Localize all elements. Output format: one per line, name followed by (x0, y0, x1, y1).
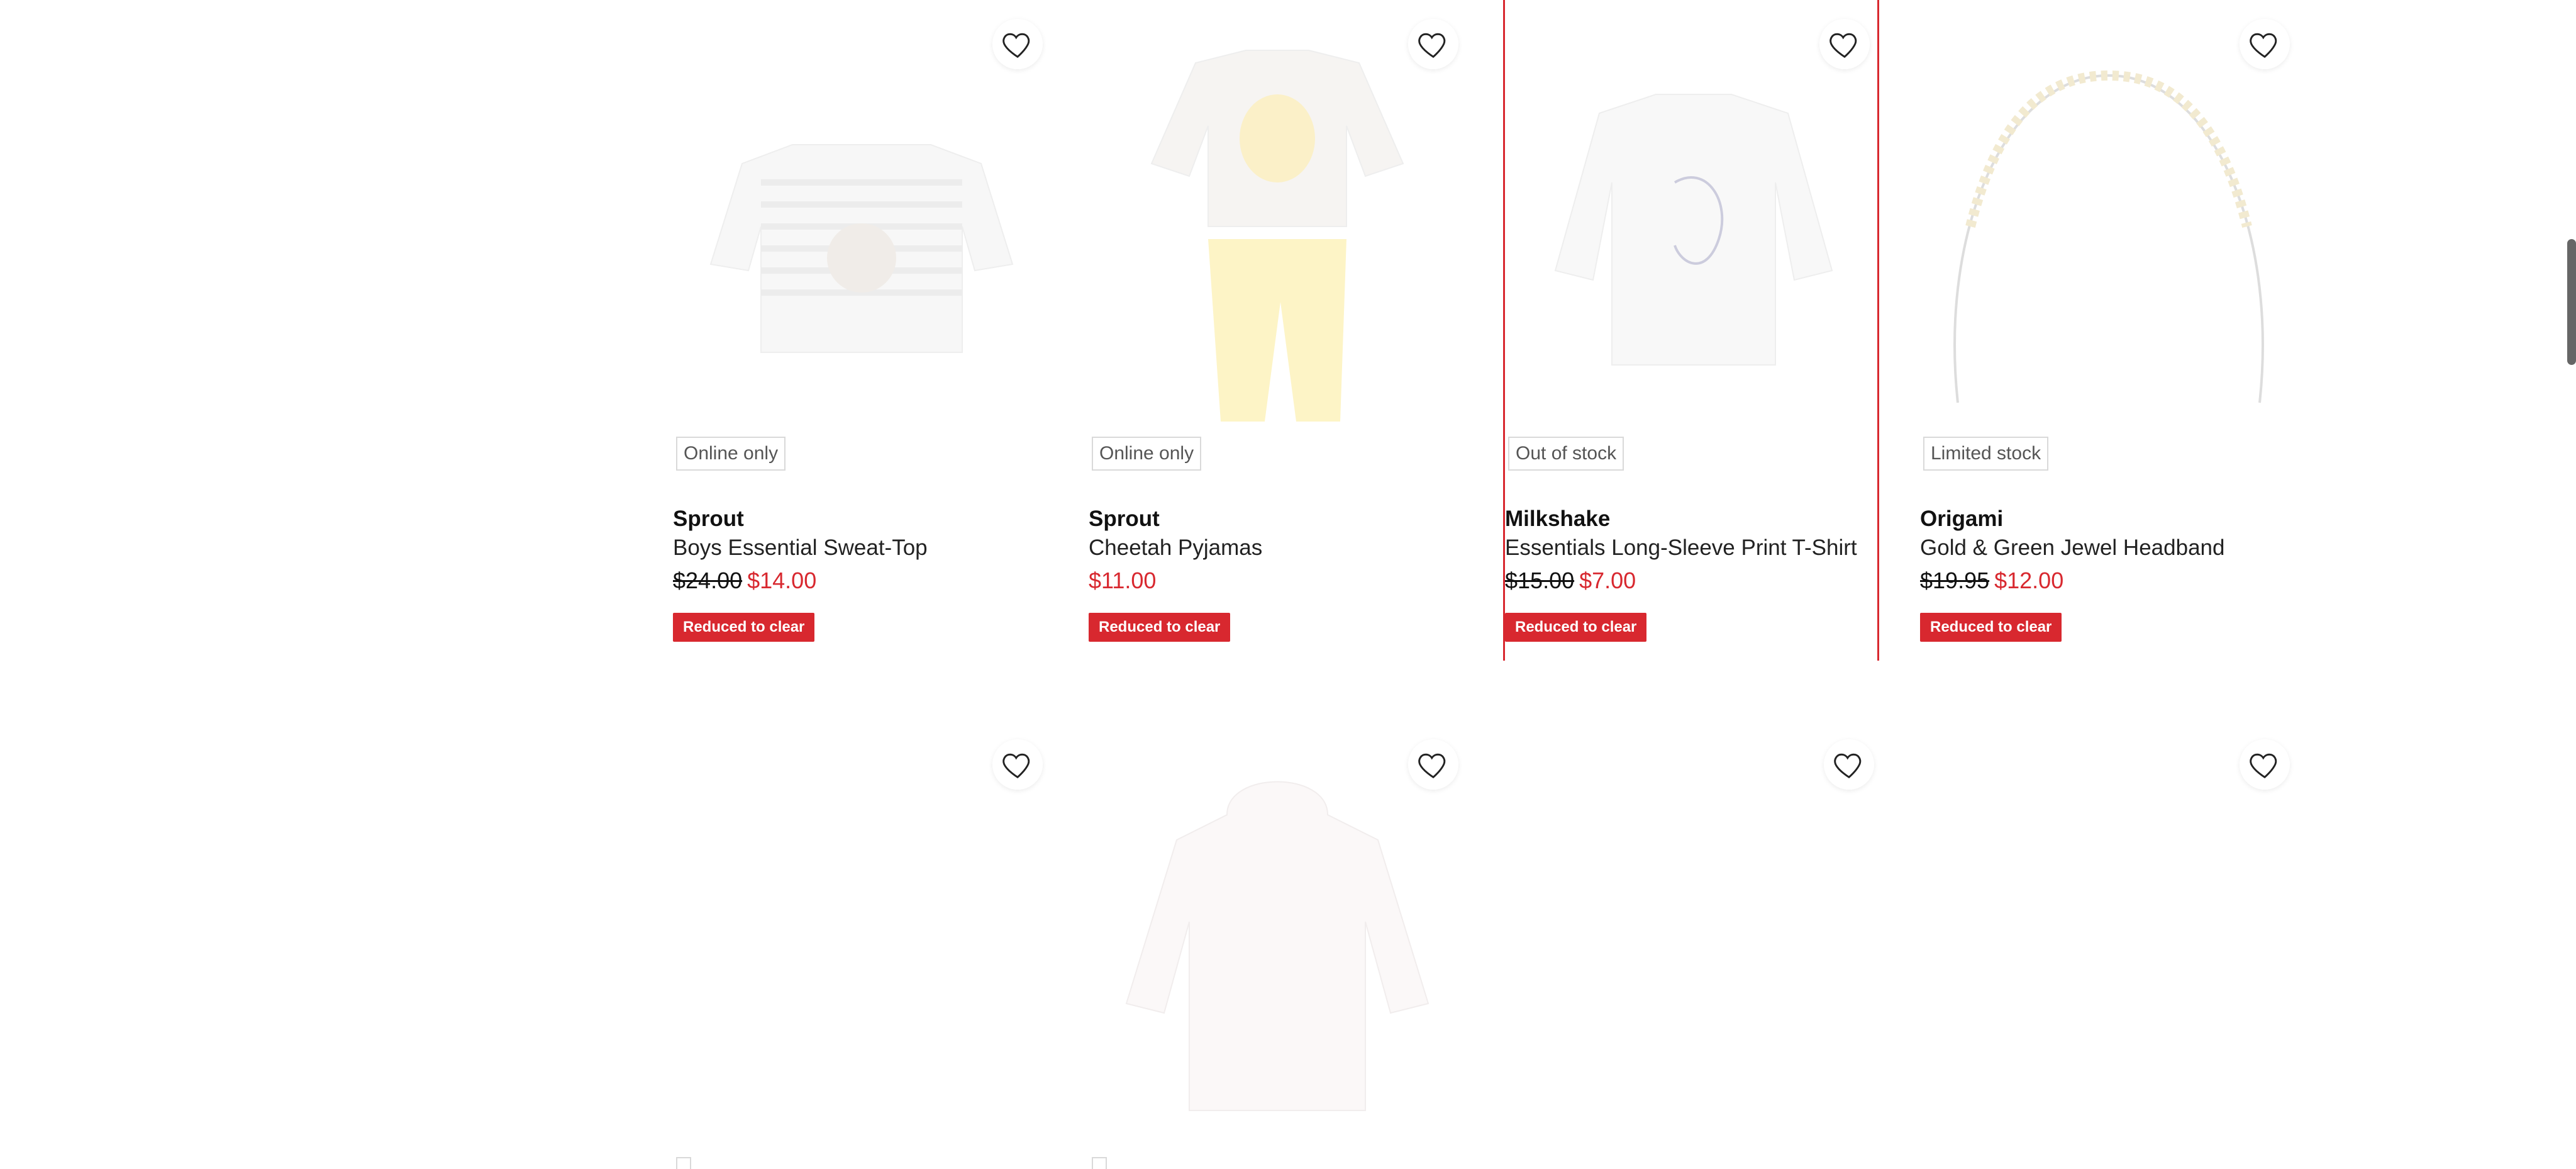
product-image-area[interactable] (673, 720, 1050, 1148)
price-row: $11.00 (1089, 564, 1466, 598)
wishlist-button[interactable] (2240, 739, 2290, 790)
price-row: $19.95 $12.00 (1920, 564, 2297, 598)
availability-badge: Limited stock (1923, 437, 2049, 471)
product-name[interactable]: Boys Essential Sweat-Top (673, 534, 1050, 562)
product-name[interactable]: Essentials Long-Sleeve Print T-Shirt (1505, 534, 1877, 562)
product-card[interactable]: Online only Sprout Boys Essential Sweat-… (673, 0, 1050, 661)
product-image-area[interactable] (1920, 0, 2297, 428)
scrollbar-thumb[interactable] (2567, 239, 2576, 365)
product-image-area[interactable] (1920, 720, 2297, 1148)
wishlist-button[interactable] (2240, 19, 2290, 69)
was-price: $15.00 (1505, 568, 1575, 593)
product-card[interactable]: Out of stock Milkshake Essentials Long-S… (1503, 0, 1879, 661)
availability-badge (1092, 1157, 1107, 1169)
product-image-area[interactable] (1504, 720, 1882, 1148)
was-price: $24.00 (673, 568, 743, 593)
cheetah-pyjamas-image[interactable] (1101, 38, 1453, 428)
wishlist-button[interactable] (992, 739, 1043, 790)
price-row: $24.00 $14.00 (673, 564, 1050, 598)
product-card[interactable] (1504, 720, 1882, 1169)
now-price: $12.00 (1994, 568, 2064, 593)
price-row: $15.00 $7.00 (1505, 564, 1877, 598)
now-price: $14.00 (747, 568, 817, 593)
product-card[interactable] (1920, 720, 2297, 1169)
heart-outline-icon (1834, 753, 1862, 779)
heart-outline-icon (1002, 33, 1030, 59)
page-scrollbar[interactable] (2567, 239, 2576, 365)
product-image-area[interactable] (673, 0, 1050, 428)
heart-outline-icon (2250, 753, 2277, 779)
unicorn-tshirt-image[interactable] (1518, 38, 1870, 428)
promo-tag: Reduced to clear (1505, 613, 1647, 642)
promo-tag: Reduced to clear (1089, 613, 1231, 642)
heart-outline-icon (1829, 33, 1857, 59)
product-card[interactable] (673, 720, 1050, 1169)
product-image-area[interactable] (1505, 0, 1877, 428)
heart-outline-icon (1418, 33, 1446, 59)
availability-badge (676, 1157, 691, 1169)
product-card[interactable]: Limited stock Origami Gold & Green Jewel… (1920, 0, 2297, 661)
wishlist-button[interactable] (1408, 739, 1458, 790)
product-image-area[interactable] (1089, 0, 1466, 428)
promo-tag: Reduced to clear (1920, 613, 2062, 642)
now-price: $7.00 (1579, 568, 1636, 593)
wishlist-button[interactable] (1408, 19, 1458, 69)
product-card[interactable]: Online only Sprout Cheetah Pyjamas $11.0… (1089, 0, 1466, 661)
heart-outline-icon (1002, 753, 1030, 779)
wishlist-button[interactable] (1819, 19, 1870, 69)
product-info: Sprout Cheetah Pyjamas $11.00 Reduced to… (1089, 505, 1466, 642)
wishlist-button[interactable] (1824, 739, 1874, 790)
product-brand[interactable]: Milkshake (1505, 505, 1877, 534)
product-info: Origami Gold & Green Jewel Headband $19.… (1920, 505, 2297, 642)
product-brand[interactable]: Origami (1920, 505, 2297, 534)
hoodie-image[interactable] (1101, 758, 1453, 1148)
product-brand[interactable]: Sprout (673, 505, 1050, 534)
was-price: $19.95 (1920, 568, 1990, 593)
product-image-area[interactable] (1089, 720, 1466, 1148)
heart-outline-icon (1418, 753, 1446, 779)
promo-tag: Reduced to clear (673, 613, 815, 642)
product-brand[interactable]: Sprout (1089, 505, 1466, 534)
striped-sweat-top-image[interactable] (686, 38, 1038, 428)
product-info: Milkshake Essentials Long-Sleeve Print T… (1505, 505, 1877, 642)
product-info: Sprout Boys Essential Sweat-Top $24.00 $1… (673, 505, 1050, 642)
now-price: $11.00 (1089, 568, 1157, 593)
jewel-headband-image[interactable] (1933, 38, 2285, 428)
availability-badge: Online only (1092, 437, 1202, 471)
wishlist-button[interactable] (992, 19, 1043, 69)
availability-badge: Online only (676, 437, 786, 471)
product-name[interactable]: Gold & Green Jewel Headband (1920, 534, 2297, 562)
product-name[interactable]: Cheetah Pyjamas (1089, 534, 1466, 562)
heart-outline-icon (2250, 33, 2277, 59)
product-card[interactable] (1089, 720, 1466, 1169)
availability-badge: Out of stock (1508, 437, 1624, 471)
